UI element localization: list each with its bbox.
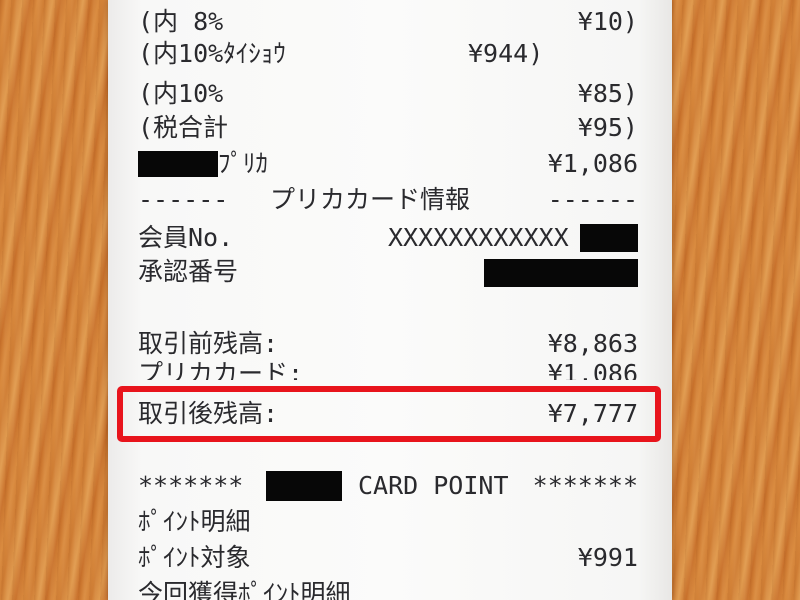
earned-points-row: 今回獲得ﾎﾟｲﾝﾄ明細 — [138, 578, 638, 600]
balance-before-value: ¥8,863 — [547, 329, 638, 358]
prepaid-label: ﾌﾟﾘｶ — [218, 149, 269, 178]
prepaid-card-value: ¥1,086 — [547, 359, 638, 380]
prepaid-card-label: プリカカード: — [138, 359, 304, 380]
tax-8-label: (内 8% — [138, 7, 224, 36]
redaction-bar — [266, 471, 342, 501]
balance-before-label: 取引前残高: — [138, 329, 279, 358]
approval-no-row: 承認番号 — [138, 256, 638, 288]
tax-10-taisho-label: (内10%ﾀｲｼｮｳ — [138, 39, 286, 68]
point-target-label: ﾎﾟｲﾝﾄ対象 — [138, 543, 251, 572]
point-detail-label: ﾎﾟｲﾝﾄ明細 — [138, 507, 251, 536]
redaction-bar — [580, 224, 638, 252]
card-point-title: CARD POINT — [358, 471, 509, 500]
point-target-value: ¥991 — [577, 543, 638, 572]
tax-10-taisho-value: ¥944) — [468, 39, 544, 68]
prepaid-value: ¥1,086 — [547, 149, 638, 178]
card-info-dashes-left: ------ — [138, 185, 229, 214]
card-info-title: プリカカード情報 — [270, 185, 471, 214]
receipt-paper: (内 8% ¥10) (内10%ﾀｲｼｮｳ ¥944) (内10% ¥85) (… — [108, 0, 672, 600]
highlight-frame — [117, 386, 661, 442]
point-target-row: ﾎﾟｲﾝﾄ対象 ¥991 — [138, 542, 638, 574]
redaction-bar — [138, 151, 218, 177]
tax-10-value: ¥85) — [577, 79, 638, 108]
card-info-dashes-right: ------ — [547, 185, 638, 214]
tax-8-row: (内 8% ¥10) — [138, 6, 638, 38]
tax-total-value: ¥95) — [577, 113, 638, 142]
tax-total-row: (税合計 ¥95) — [138, 112, 638, 144]
approval-no-label: 承認番号 — [138, 257, 239, 286]
card-point-header: ******* CARD POINT ******* — [138, 470, 638, 502]
tax-10-taisho-row: (内10%ﾀｲｼｮｳ ¥944) — [138, 38, 638, 70]
redaction-bar — [484, 259, 638, 287]
member-no-label: 会員No. — [138, 223, 234, 252]
member-no-row: 会員No. XXXXXXXXXXXX — [138, 222, 638, 254]
member-no-value: XXXXXXXXXXXX — [388, 223, 569, 252]
point-stars-right: ******* — [532, 471, 638, 500]
balance-before-row: 取引前残高: ¥8,863 — [138, 328, 638, 360]
prepaid-card-row: プリカカード: ¥1,086 — [138, 358, 638, 380]
card-info-header: ------ プリカカード情報 ------ — [138, 184, 638, 216]
point-detail-row: ﾎﾟｲﾝﾄ明細 — [138, 506, 638, 538]
prepaid-row: ﾌﾟﾘｶ ¥1,086 — [138, 148, 638, 180]
tax-10-row: (内10% ¥85) — [138, 78, 638, 110]
tax-8-value: ¥10) — [577, 7, 638, 36]
tax-total-label: (税合計 — [138, 113, 229, 142]
tax-10-label: (内10% — [138, 79, 224, 108]
earned-points-label: 今回獲得ﾎﾟｲﾝﾄ明細 — [138, 579, 351, 600]
point-stars-left: ******* — [138, 471, 244, 500]
